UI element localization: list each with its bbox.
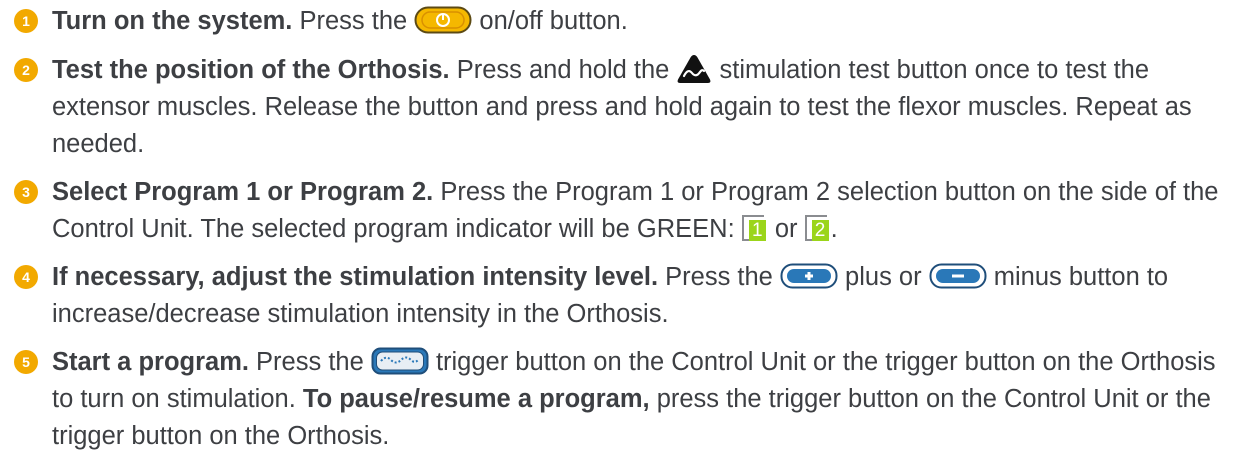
program-1-indicator-icon: 1	[741, 215, 768, 242]
trigger-button-icon	[371, 347, 429, 375]
step-emphasis: To pause/resume a program,	[302, 385, 650, 413]
step-text: plus or	[837, 263, 929, 291]
stimulation-test-button-icon	[677, 55, 711, 84]
step-text: .	[830, 215, 838, 243]
step-text: or	[767, 215, 805, 243]
step-5: 5 Start a program. Press the trigger but…	[0, 344, 1236, 455]
instruction-steps: 1 Turn on the system. Press the on/off b…	[0, 3, 1236, 455]
step-title: Turn on the system.	[52, 7, 293, 35]
step-3: 3 Select Program 1 or Program 2. Press t…	[0, 174, 1236, 248]
step-2: 2 Test the position of the Orthosis. Pre…	[0, 52, 1236, 163]
step-title: Select Program 1 or Program 2.	[52, 178, 434, 206]
on-off-button-icon	[414, 6, 472, 34]
step-text: Press and hold the	[449, 56, 677, 84]
step-4: 4 If necessary, adjust the stimulation i…	[0, 259, 1236, 333]
step-text: Press the	[292, 7, 415, 35]
program-2-indicator-icon: 2	[804, 215, 831, 242]
step-number-badge: 4	[14, 265, 38, 289]
step-title: Test the position of the Orthosis.	[52, 56, 450, 84]
program-2-indicator-label: 2	[811, 220, 829, 242]
step-text: on/off button.	[472, 7, 628, 35]
program-1-indicator-label: 1	[748, 220, 766, 242]
step-number-badge: 3	[14, 180, 38, 204]
step-title: Start a program.	[52, 348, 249, 376]
minus-button-icon	[929, 263, 987, 289]
step-text: Press the	[248, 348, 371, 376]
step-text: Press the	[658, 263, 780, 291]
step-title: If necessary, adjust the stimulation int…	[52, 263, 659, 291]
step-number-badge: 2	[14, 58, 38, 82]
step-1: 1 Turn on the system. Press the on/off b…	[0, 3, 1236, 40]
plus-button-icon	[780, 263, 838, 289]
step-number-badge: 5	[14, 350, 38, 374]
step-number-badge: 1	[14, 9, 38, 33]
